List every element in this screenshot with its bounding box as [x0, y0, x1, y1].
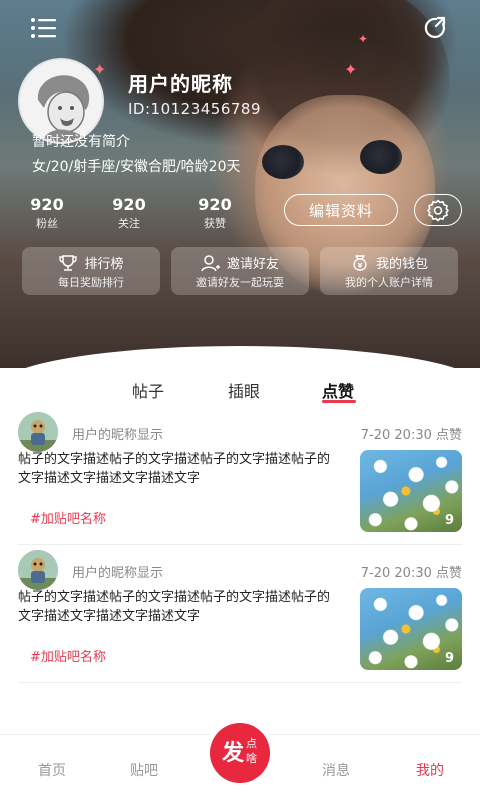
- divider: [18, 682, 462, 683]
- tab-bookmarks[interactable]: 插眼: [228, 378, 260, 402]
- stat-following-label: 关注: [118, 217, 140, 230]
- profile-header: ✦ ✦ ✦: [0, 0, 480, 368]
- publish-button-small-label: 啥: [246, 752, 257, 765]
- trophy-icon: [59, 254, 78, 271]
- post-item[interactable]: 用户的昵称显示 7-20 20:30 点赞 帖子的文字描述帖子的文字描述帖子的文…: [18, 550, 462, 680]
- publish-button-label: 发: [222, 741, 245, 766]
- post-image-count: 9: [444, 513, 454, 528]
- settings-button[interactable]: [414, 194, 462, 226]
- card-invite-friends-title: 邀请好友: [226, 257, 279, 272]
- post-thumbnail[interactable]: 9: [360, 588, 462, 670]
- nav-me[interactable]: 我的: [416, 760, 444, 780]
- post-thumbnail[interactable]: 9: [360, 450, 462, 532]
- post-item[interactable]: 用户的昵称显示 7-20 20:30 点赞 帖子的文字描述帖子的文字描述帖子的文…: [18, 412, 462, 542]
- publish-button-small-label: 点: [246, 737, 257, 750]
- menu-icon[interactable]: [28, 14, 60, 42]
- card-invite-friends[interactable]: 邀请好友 邀请好友一起玩耍: [171, 247, 309, 295]
- edit-profile-button[interactable]: 编辑资料: [284, 194, 398, 226]
- post-forum-tag[interactable]: #加贴吧名称: [30, 646, 106, 665]
- post-text[interactable]: 帖子的文字描述帖子的文字描述帖子的文字描述帖子的文字描述文字描述文字描述文字: [18, 588, 338, 626]
- user-tags: 女/20/射手座/安徽合肥/哈龄20天: [32, 159, 241, 175]
- card-wallet[interactable]: 我的钱包 我的个人账户详情: [320, 247, 458, 295]
- card-invite-friends-subtitle: 邀请好友一起玩耍: [196, 276, 284, 289]
- post-username[interactable]: 用户的昵称显示: [72, 424, 163, 443]
- stat-fans-count: 920: [30, 195, 64, 214]
- divider: [18, 544, 462, 545]
- card-wallet-title: 我的钱包: [375, 257, 428, 272]
- nav-home[interactable]: 首页: [38, 760, 66, 780]
- card-wallet-subtitle: 我的个人账户详情: [345, 276, 433, 289]
- post-time: 7-20 20:30 点赞: [360, 566, 462, 581]
- card-leaderboard-title: 排行榜: [84, 257, 124, 272]
- card-leaderboard[interactable]: 排行榜 每日奖励排行: [22, 247, 160, 295]
- post-author-avatar[interactable]: [18, 550, 58, 590]
- wallet-icon: [353, 254, 367, 271]
- tab-posts[interactable]: 帖子: [132, 378, 164, 402]
- post-forum-tag[interactable]: #加贴吧名称: [30, 508, 106, 527]
- post-text[interactable]: 帖子的文字描述帖子的文字描述帖子的文字描述帖子的文字描述文字描述文字描述文字: [18, 450, 338, 488]
- nav-forums[interactable]: 贴吧: [130, 760, 158, 780]
- sparkle-icon: ✦: [344, 60, 358, 79]
- card-leaderboard-subtitle: 每日奖励排行: [58, 276, 124, 289]
- stat-likes-count: 920: [198, 195, 232, 214]
- stat-following-count: 920: [112, 195, 146, 214]
- post-username[interactable]: 用户的昵称显示: [72, 562, 163, 581]
- stat-following[interactable]: 920 关注: [110, 195, 148, 231]
- stat-likes[interactable]: 920 获赞: [196, 195, 234, 231]
- share-icon[interactable]: [420, 14, 452, 42]
- stat-likes-label: 获赞: [204, 217, 226, 230]
- sparkle-icon: ✦: [358, 32, 369, 46]
- gear-icon: [427, 199, 449, 222]
- post-author-avatar[interactable]: [18, 412, 58, 452]
- bio: 暂时还没有简介: [32, 134, 130, 150]
- stat-fans[interactable]: 920 粉丝: [28, 195, 66, 231]
- stat-fans-label: 粉丝: [36, 217, 58, 230]
- nav-messages[interactable]: 消息: [322, 760, 350, 780]
- tab-likes[interactable]: 点赞: [322, 378, 354, 402]
- user-id: ID:10123456789: [128, 100, 262, 118]
- post-time: 7-20 20:30 点赞: [360, 428, 462, 443]
- publish-button[interactable]: 发 点 啥: [210, 723, 270, 783]
- nickname: 用户的昵称: [128, 72, 233, 96]
- post-image-count: 9: [444, 651, 454, 666]
- active-tab-indicator: [322, 400, 356, 403]
- invite-user-icon: [201, 254, 220, 271]
- header-background-eye: [262, 145, 304, 179]
- header-background-eye: [360, 140, 402, 174]
